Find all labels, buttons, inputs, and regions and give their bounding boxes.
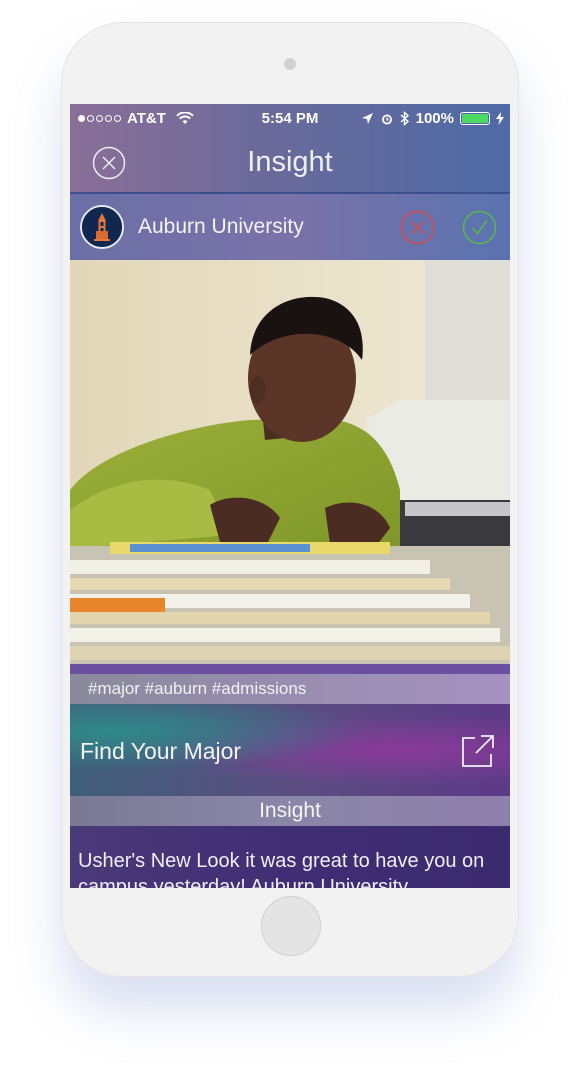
location-icon — [361, 113, 373, 124]
post-tags[interactable]: #major #auburn #admissions — [70, 674, 510, 704]
app-screen: AT&T 5:54 PM 100% Insight Auburn Univers… — [70, 104, 510, 888]
charging-icon — [496, 112, 504, 125]
check-icon[interactable] — [462, 210, 497, 245]
home-button[interactable] — [261, 896, 321, 956]
header-area: AT&T 5:54 PM 100% Insight Auburn Univers… — [70, 104, 510, 260]
post-body: Usher's New Look it was great to have yo… — [70, 826, 510, 888]
nav-bar: Insight — [70, 132, 510, 192]
card-header: Auburn University — [70, 194, 510, 260]
status-right: 100% — [361, 110, 504, 127]
avatar[interactable] — [80, 205, 124, 249]
section-title: Insight — [70, 796, 510, 826]
alarm-icon — [381, 114, 392, 124]
status-bar: AT&T 5:54 PM 100% — [70, 104, 510, 132]
phone-camera — [284, 58, 296, 70]
external-link-icon[interactable] — [459, 732, 497, 770]
reject-icon[interactable] — [400, 210, 435, 245]
find-major-button[interactable]: Find Your Major — [70, 704, 510, 796]
battery-fill — [462, 114, 488, 123]
cta-label: Find Your Major — [80, 738, 242, 764]
post-photo — [70, 260, 510, 674]
organization-name: Auburn University — [138, 215, 304, 238]
battery-percent: 100% — [415, 110, 454, 127]
nav-title: Insight — [247, 146, 333, 178]
tower-logo-icon — [82, 207, 122, 247]
battery-icon — [460, 112, 490, 125]
bluetooth-icon — [400, 111, 409, 126]
